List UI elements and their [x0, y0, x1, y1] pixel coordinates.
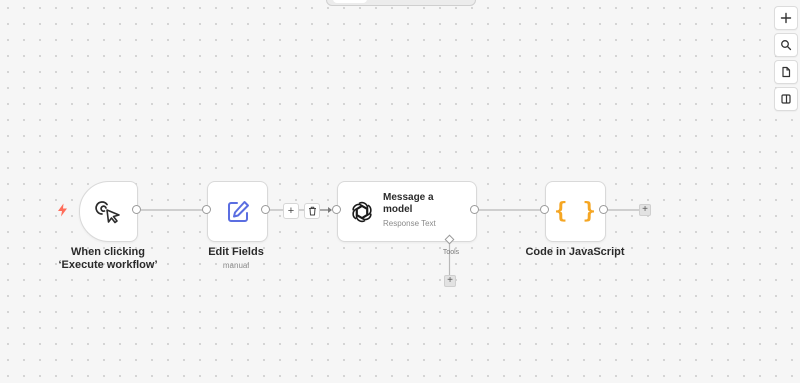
- edit-fields-node[interactable]: [207, 181, 268, 242]
- edit-fields-output-port[interactable]: [261, 205, 270, 214]
- trigger-node[interactable]: [79, 181, 138, 242]
- plus-icon: +: [287, 204, 295, 217]
- trash-icon: [308, 206, 316, 216]
- trigger-node-label: When clicking ‘Execute workflow’: [58, 246, 158, 271]
- code-input-port[interactable]: [540, 205, 549, 214]
- edge-add-node-button[interactable]: +: [283, 203, 299, 219]
- add-tool-button[interactable]: +: [444, 275, 456, 287]
- code-output-port[interactable]: [599, 205, 608, 214]
- message-model-title: Message a model: [383, 192, 434, 215]
- message-model-input-port[interactable]: [332, 205, 341, 214]
- plus-icon: +: [447, 275, 453, 286]
- pencil-square-icon: [227, 200, 249, 222]
- code-node-label: Code in JavaScript: [525, 246, 625, 258]
- openai-icon: [352, 201, 372, 222]
- edge-delete-button[interactable]: [304, 203, 320, 219]
- edit-fields-label: Edit Fields: [208, 246, 264, 258]
- trigger-output-port[interactable]: [132, 205, 141, 214]
- edit-fields-sublabel: manual: [222, 261, 250, 270]
- message-model-subtitle: Response Text: [383, 219, 436, 228]
- code-node[interactable]: { }: [545, 181, 606, 242]
- cursor-click-icon: [94, 200, 120, 223]
- tools-label: Tools: [442, 249, 460, 256]
- message-model-output-port[interactable]: [470, 205, 479, 214]
- edit-fields-input-port[interactable]: [202, 205, 211, 214]
- lightning-icon: [58, 203, 67, 217]
- add-next-node-button[interactable]: +: [639, 204, 651, 216]
- plus-icon: +: [642, 204, 648, 215]
- braces-icon: { }: [554, 199, 597, 224]
